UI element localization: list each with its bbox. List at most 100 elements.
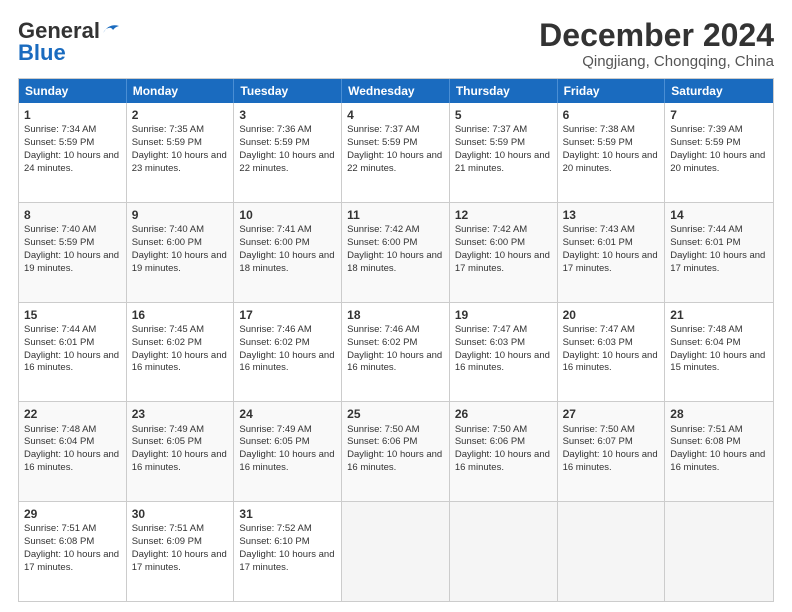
daylight-label: Daylight: 10 hours and 16 minutes.: [563, 449, 658, 473]
day-number: 13: [563, 207, 660, 223]
sunrise: Sunrise: 7:43 AM: [563, 224, 635, 235]
sunset: Sunset: 5:59 PM: [132, 137, 202, 148]
day-number: 31: [239, 506, 336, 522]
day-number: 11: [347, 207, 444, 223]
sunset: Sunset: 6:02 PM: [347, 337, 417, 348]
day-number: 21: [670, 307, 768, 323]
daylight-label: Daylight: 10 hours and 16 minutes.: [239, 449, 334, 473]
calendar-body: 1Sunrise: 7:34 AM Sunset: 5:59 PM Daylight…: [19, 103, 773, 601]
calendar-cell: 22Sunrise: 7:48 AMSunset: 6:04 PMDayligh…: [19, 402, 127, 501]
sunset: Sunset: 6:07 PM: [563, 436, 633, 447]
header-sunday: Sunday: [19, 79, 127, 103]
calendar-cell: 17Sunrise: 7:46 AMSunset: 6:02 PMDayligh…: [234, 303, 342, 402]
sunset: Sunset: 5:59 PM: [239, 137, 309, 148]
daylight-label: Daylight: 10 hours and 16 minutes.: [347, 350, 442, 374]
day-number: 4: [347, 107, 444, 123]
calendar-cell: 11Sunrise: 7:42 AMSunset: 6:00 PMDayligh…: [342, 203, 450, 302]
calendar-cell: 24Sunrise: 7:49 AMSunset: 6:05 PMDayligh…: [234, 402, 342, 501]
header-saturday: Saturday: [665, 79, 773, 103]
day-number: 16: [132, 307, 229, 323]
sunrise: Sunrise: 7:44 AM: [24, 324, 96, 335]
calendar-cell: 23Sunrise: 7:49 AMSunset: 6:05 PMDayligh…: [127, 402, 235, 501]
sunset: Sunset: 6:01 PM: [24, 337, 94, 348]
day-number: 1: [24, 107, 121, 123]
sunrise: Sunrise: 7:46 AM: [239, 324, 311, 335]
sunset: Sunset: 5:59 PM: [455, 137, 525, 148]
sunset: Sunset: 5:59 PM: [563, 137, 633, 148]
day-number: 15: [24, 307, 121, 323]
sunset: Sunset: 6:08 PM: [670, 436, 740, 447]
daylight-label: Daylight: 10 hours and 20 minutes.: [670, 150, 765, 174]
calendar-cell: [342, 502, 450, 601]
calendar-week-2: 8Sunrise: 7:40 AMSunset: 5:59 PMDaylight…: [19, 202, 773, 302]
sunrise: Sunrise: 7:47 AM: [455, 324, 527, 335]
sunset: Sunset: 6:09 PM: [132, 536, 202, 547]
calendar-cell: [558, 502, 666, 601]
day-number: 9: [132, 207, 229, 223]
day-number: 22: [24, 406, 121, 422]
sunrise: Sunrise: 7:47 AM: [563, 324, 635, 335]
daylight-label: Daylight: 10 hours and 18 minutes.: [239, 250, 334, 274]
sunrise: Sunrise: 7:49 AM: [239, 424, 311, 435]
sunset: Sunset: 6:00 PM: [239, 237, 309, 248]
logo-blue: Blue: [18, 40, 66, 66]
calendar-cell: 29Sunrise: 7:51 AMSunset: 6:08 PMDayligh…: [19, 502, 127, 601]
sunrise: Sunrise: 7:39 AM: [670, 124, 742, 135]
calendar-cell: 26Sunrise: 7:50 AMSunset: 6:06 PMDayligh…: [450, 402, 558, 501]
sunrise: Sunrise: 7:34 AM: [24, 124, 96, 135]
sunrise: Sunrise: 7:38 AM: [563, 124, 635, 135]
calendar-cell: 31Sunrise: 7:52 AMSunset: 6:10 PMDayligh…: [234, 502, 342, 601]
day-number: 27: [563, 406, 660, 422]
sunrise: Sunrise: 7:40 AM: [132, 224, 204, 235]
calendar-cell: 2Sunrise: 7:35 AMSunset: 5:59 PMDaylight…: [127, 103, 235, 202]
calendar-cell: 15Sunrise: 7:44 AM Sunset: 6:01 PM Dayligh…: [19, 303, 127, 402]
sunset: Sunset: 5:59 PM: [670, 137, 740, 148]
sunset: Sunset: 6:02 PM: [239, 337, 309, 348]
day-number: 30: [132, 506, 229, 522]
header-friday: Friday: [558, 79, 666, 103]
title-block: December 2024 Qingjiang, Chongqing, Chin…: [539, 18, 774, 70]
calendar-week-4: 22Sunrise: 7:48 AMSunset: 6:04 PMDayligh…: [19, 401, 773, 501]
daylight-label: Daylight: 10 hours and 17 minutes.: [670, 250, 765, 274]
sunset: Sunset: 6:04 PM: [670, 337, 740, 348]
page: General Blue December 2024 Qingjiang, Ch…: [0, 0, 792, 612]
daylight-label: Daylight: 10 hours and 16 minutes.: [239, 350, 334, 374]
calendar-cell: 5Sunrise: 7:37 AMSunset: 5:59 PMDaylight…: [450, 103, 558, 202]
day-number: 12: [455, 207, 552, 223]
daylight-label: Daylight: 10 hours and 17 minutes.: [24, 549, 119, 573]
calendar-cell: 13Sunrise: 7:43 AMSunset: 6:01 PMDayligh…: [558, 203, 666, 302]
daylight-label: Daylight: 10 hours and 22 minutes.: [239, 150, 334, 174]
sunrise: Sunrise: 7:52 AM: [239, 523, 311, 534]
header-wednesday: Wednesday: [342, 79, 450, 103]
calendar-cell: 12Sunrise: 7:42 AMSunset: 6:00 PMDayligh…: [450, 203, 558, 302]
calendar-cell: 3Sunrise: 7:36 AMSunset: 5:59 PMDaylight…: [234, 103, 342, 202]
daylight-label: Daylight: 10 hours and 16 minutes.: [455, 350, 550, 374]
sunrise: Sunrise: 7:50 AM: [347, 424, 419, 435]
sunrise: Sunrise: 7:50 AM: [563, 424, 635, 435]
header-thursday: Thursday: [450, 79, 558, 103]
daylight-label: Daylight: 10 hours and 17 minutes.: [455, 250, 550, 274]
sunset: Sunset: 6:01 PM: [670, 237, 740, 248]
sunset: Sunset: 6:05 PM: [239, 436, 309, 447]
calendar-week-5: 29Sunrise: 7:51 AMSunset: 6:08 PMDayligh…: [19, 501, 773, 601]
daylight-label: Daylight: 10 hours and 23 minutes.: [132, 150, 227, 174]
daylight-label: Daylight: 10 hours and 22 minutes.: [347, 150, 442, 174]
day-number: 26: [455, 406, 552, 422]
calendar-cell: 30Sunrise: 7:51 AMSunset: 6:09 PMDayligh…: [127, 502, 235, 601]
sunset: Sunset: 6:03 PM: [563, 337, 633, 348]
day-number: 18: [347, 307, 444, 323]
calendar-cell: 6Sunrise: 7:38 AMSunset: 5:59 PMDaylight…: [558, 103, 666, 202]
day-number: 3: [239, 107, 336, 123]
daylight-label: Daylight: 10 hours and 16 minutes.: [24, 350, 119, 374]
day-number: 6: [563, 107, 660, 123]
sunrise: Sunrise: 7:40 AM: [24, 224, 96, 235]
daylight-label: Daylight: 10 hours and 16 minutes.: [563, 350, 658, 374]
sunrise: Sunrise: 7:44 AM: [670, 224, 742, 235]
calendar-cell: 14Sunrise: 7:44 AMSunset: 6:01 PMDayligh…: [665, 203, 773, 302]
day-number: 10: [239, 207, 336, 223]
day-number: 19: [455, 307, 552, 323]
calendar-cell: 4Sunrise: 7:37 AMSunset: 5:59 PMDaylight…: [342, 103, 450, 202]
sunrise: Sunrise: 7:48 AM: [670, 324, 742, 335]
calendar-cell: 20Sunrise: 7:47 AMSunset: 6:03 PMDayligh…: [558, 303, 666, 402]
day-number: 2: [132, 107, 229, 123]
